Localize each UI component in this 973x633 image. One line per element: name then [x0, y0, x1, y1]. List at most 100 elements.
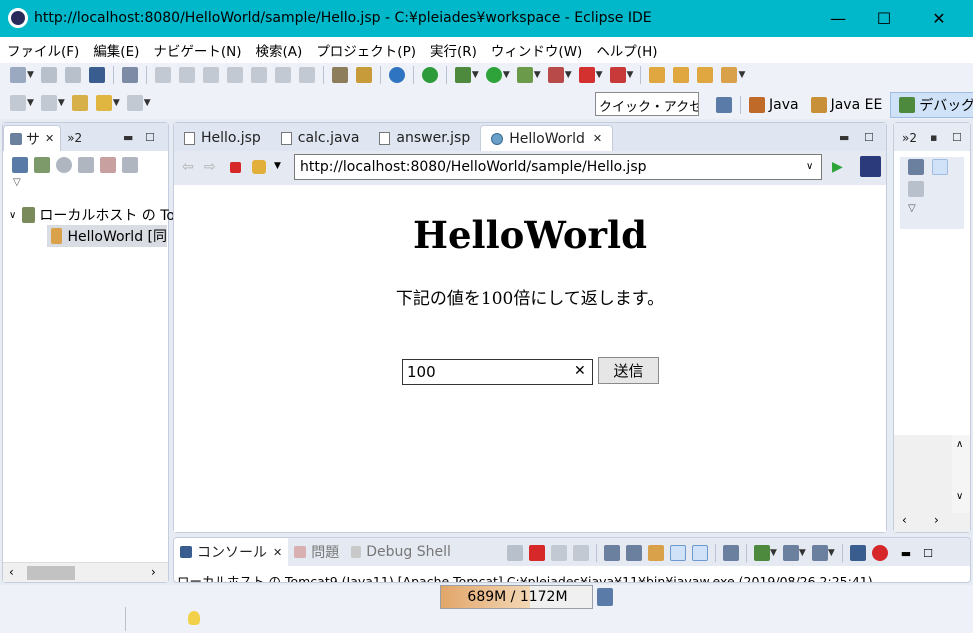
minimize-button[interactable]: — [815, 0, 861, 37]
console-settings-icon[interactable] [849, 545, 866, 561]
disconnect-icon[interactable] [226, 67, 243, 83]
step-over-icon[interactable] [274, 67, 291, 83]
view-menu-icon[interactable]: ▽ [908, 203, 916, 214]
minimize-icon[interactable]: ▬ [901, 547, 911, 560]
chevron-down-icon[interactable]: ▼ [27, 70, 34, 80]
submit-button[interactable]: 送信 [598, 357, 659, 384]
prev-annotation-icon[interactable] [40, 95, 57, 111]
scroll-down-icon[interactable]: ∨ [956, 491, 963, 502]
gear-icon[interactable] [388, 67, 405, 83]
deploy-icon[interactable] [609, 67, 626, 83]
collapse-icon[interactable] [908, 181, 924, 197]
minimize-icon[interactable]: ▬ [839, 131, 849, 144]
coverage-icon[interactable] [516, 67, 533, 83]
tools-icon[interactable] [721, 67, 738, 83]
word-wrap-icon[interactable] [648, 545, 664, 561]
tab-problems[interactable]: 問題 [288, 539, 345, 565]
tree-item-helloworld[interactable]: HelloWorld [同 [47, 225, 167, 247]
tab-overflow[interactable]: »2 [61, 125, 88, 151]
tree-item-server[interactable]: ∨ ローカルホスト の Tor [9, 205, 181, 225]
clear-console-icon[interactable] [604, 545, 620, 561]
menu-file[interactable]: ファイル(F) [0, 40, 86, 60]
stop-icon[interactable] [230, 162, 241, 173]
last-edit-icon[interactable] [71, 95, 88, 111]
skip-breakpoints-icon[interactable] [121, 67, 138, 83]
tab-hello-jsp[interactable]: Hello.jsp [174, 125, 271, 151]
scroll-thumb[interactable] [27, 566, 75, 580]
annotation-icon[interactable] [10, 95, 26, 111]
stop-icon[interactable] [578, 67, 595, 83]
sort-icon[interactable] [908, 159, 924, 175]
tab-helloworld[interactable]: HelloWorld ✕ [480, 125, 614, 151]
disconnect-icon[interactable] [507, 545, 523, 561]
scroll-left-icon[interactable]: ‹ [902, 513, 907, 527]
back-icon[interactable] [95, 95, 112, 111]
forward-icon[interactable] [126, 95, 143, 111]
link-editor-icon[interactable] [932, 159, 948, 175]
toggle-icon[interactable] [355, 67, 372, 83]
suspend-icon[interactable] [178, 67, 195, 83]
scroll-up-icon[interactable]: ∧ [956, 439, 963, 450]
use-step-filters-icon[interactable] [331, 67, 348, 83]
scroll-lock-icon[interactable] [626, 545, 642, 561]
terminate-icon[interactable] [529, 545, 545, 561]
scroll-right-icon[interactable]: › [151, 565, 156, 579]
close-icon[interactable]: ✕ [273, 546, 282, 559]
pin-console-icon[interactable] [723, 545, 739, 561]
run-icon[interactable] [485, 67, 502, 83]
open-resource-icon[interactable] [697, 67, 714, 83]
menu-search[interactable]: 検索(A) [249, 40, 310, 60]
close-icon[interactable]: ✕ [593, 132, 602, 145]
perspective-java[interactable]: Java [745, 97, 799, 113]
save-icon[interactable] [40, 67, 57, 83]
tab-calc-java[interactable]: calc.java [271, 125, 370, 151]
save-all-icon[interactable] [64, 67, 81, 83]
new-console-icon[interactable] [754, 545, 770, 561]
show-stderr-icon[interactable] [692, 545, 708, 561]
menu-help[interactable]: ヘルプ(H) [589, 40, 664, 60]
vertical-scrollbar[interactable]: ∧ ∨ [952, 435, 970, 513]
back-icon[interactable]: ⇦ [182, 159, 194, 175]
expand-icon[interactable]: ∨ [9, 210, 16, 221]
tab-debug-shell[interactable]: Debug Shell [345, 539, 457, 565]
view-menu-icon[interactable]: ▽ [3, 173, 168, 192]
menu-navigate[interactable]: ナビゲート(N) [146, 40, 248, 60]
value-input[interactable]: 100 [402, 359, 593, 385]
stop-server-icon[interactable] [100, 157, 116, 173]
perspective-java-ee[interactable]: Java EE [807, 97, 882, 113]
go-icon[interactable]: ▶ [832, 159, 843, 175]
maximize-icon[interactable]: ☐ [952, 131, 962, 144]
start-server-icon[interactable] [421, 67, 438, 83]
debug-icon[interactable] [454, 67, 471, 83]
tab-overflow[interactable]: »2 [894, 125, 925, 151]
new-icon[interactable] [10, 67, 26, 83]
terminate-icon[interactable] [202, 67, 219, 83]
maximize-icon[interactable]: ☐ [864, 131, 874, 144]
open-external-browser-icon[interactable] [860, 156, 881, 177]
start-icon[interactable] [56, 157, 72, 173]
external-tools-icon[interactable] [547, 67, 564, 83]
ant-icon[interactable] [871, 545, 888, 561]
scroll-right-icon[interactable]: › [934, 513, 939, 527]
trash-icon[interactable] [597, 588, 613, 606]
lightbulb-icon[interactable] [188, 611, 200, 625]
open-console-icon[interactable] [811, 545, 828, 561]
remove-all-icon[interactable] [573, 545, 589, 561]
open-type-icon[interactable] [673, 67, 690, 83]
url-input[interactable]: http://localhost:8080/HelloWorld/sample/… [294, 154, 822, 180]
url-dropdown-icon[interactable]: ∨ [806, 161, 813, 172]
menu-run[interactable]: 実行(R) [423, 40, 484, 60]
minimize-icon[interactable]: ▬ [123, 131, 133, 144]
maximize-icon[interactable]: ☐ [923, 547, 933, 560]
menu-edit[interactable]: 編集(E) [86, 40, 146, 60]
tab-servers[interactable]: サ ✕ [3, 125, 62, 151]
minimize-icon[interactable]: ▪ [930, 131, 937, 144]
clear-input-icon[interactable]: ✕ [574, 363, 586, 379]
collapse-all-icon[interactable] [12, 157, 28, 173]
resume-icon[interactable] [154, 67, 171, 83]
step-return-icon[interactable] [298, 67, 315, 83]
menu-project[interactable]: プロジェクト(P) [309, 40, 423, 60]
quick-access-input[interactable]: クイック・アクセス [595, 92, 699, 116]
publish-icon[interactable] [122, 157, 138, 173]
heap-status[interactable]: 689M / 1172M [440, 585, 593, 609]
